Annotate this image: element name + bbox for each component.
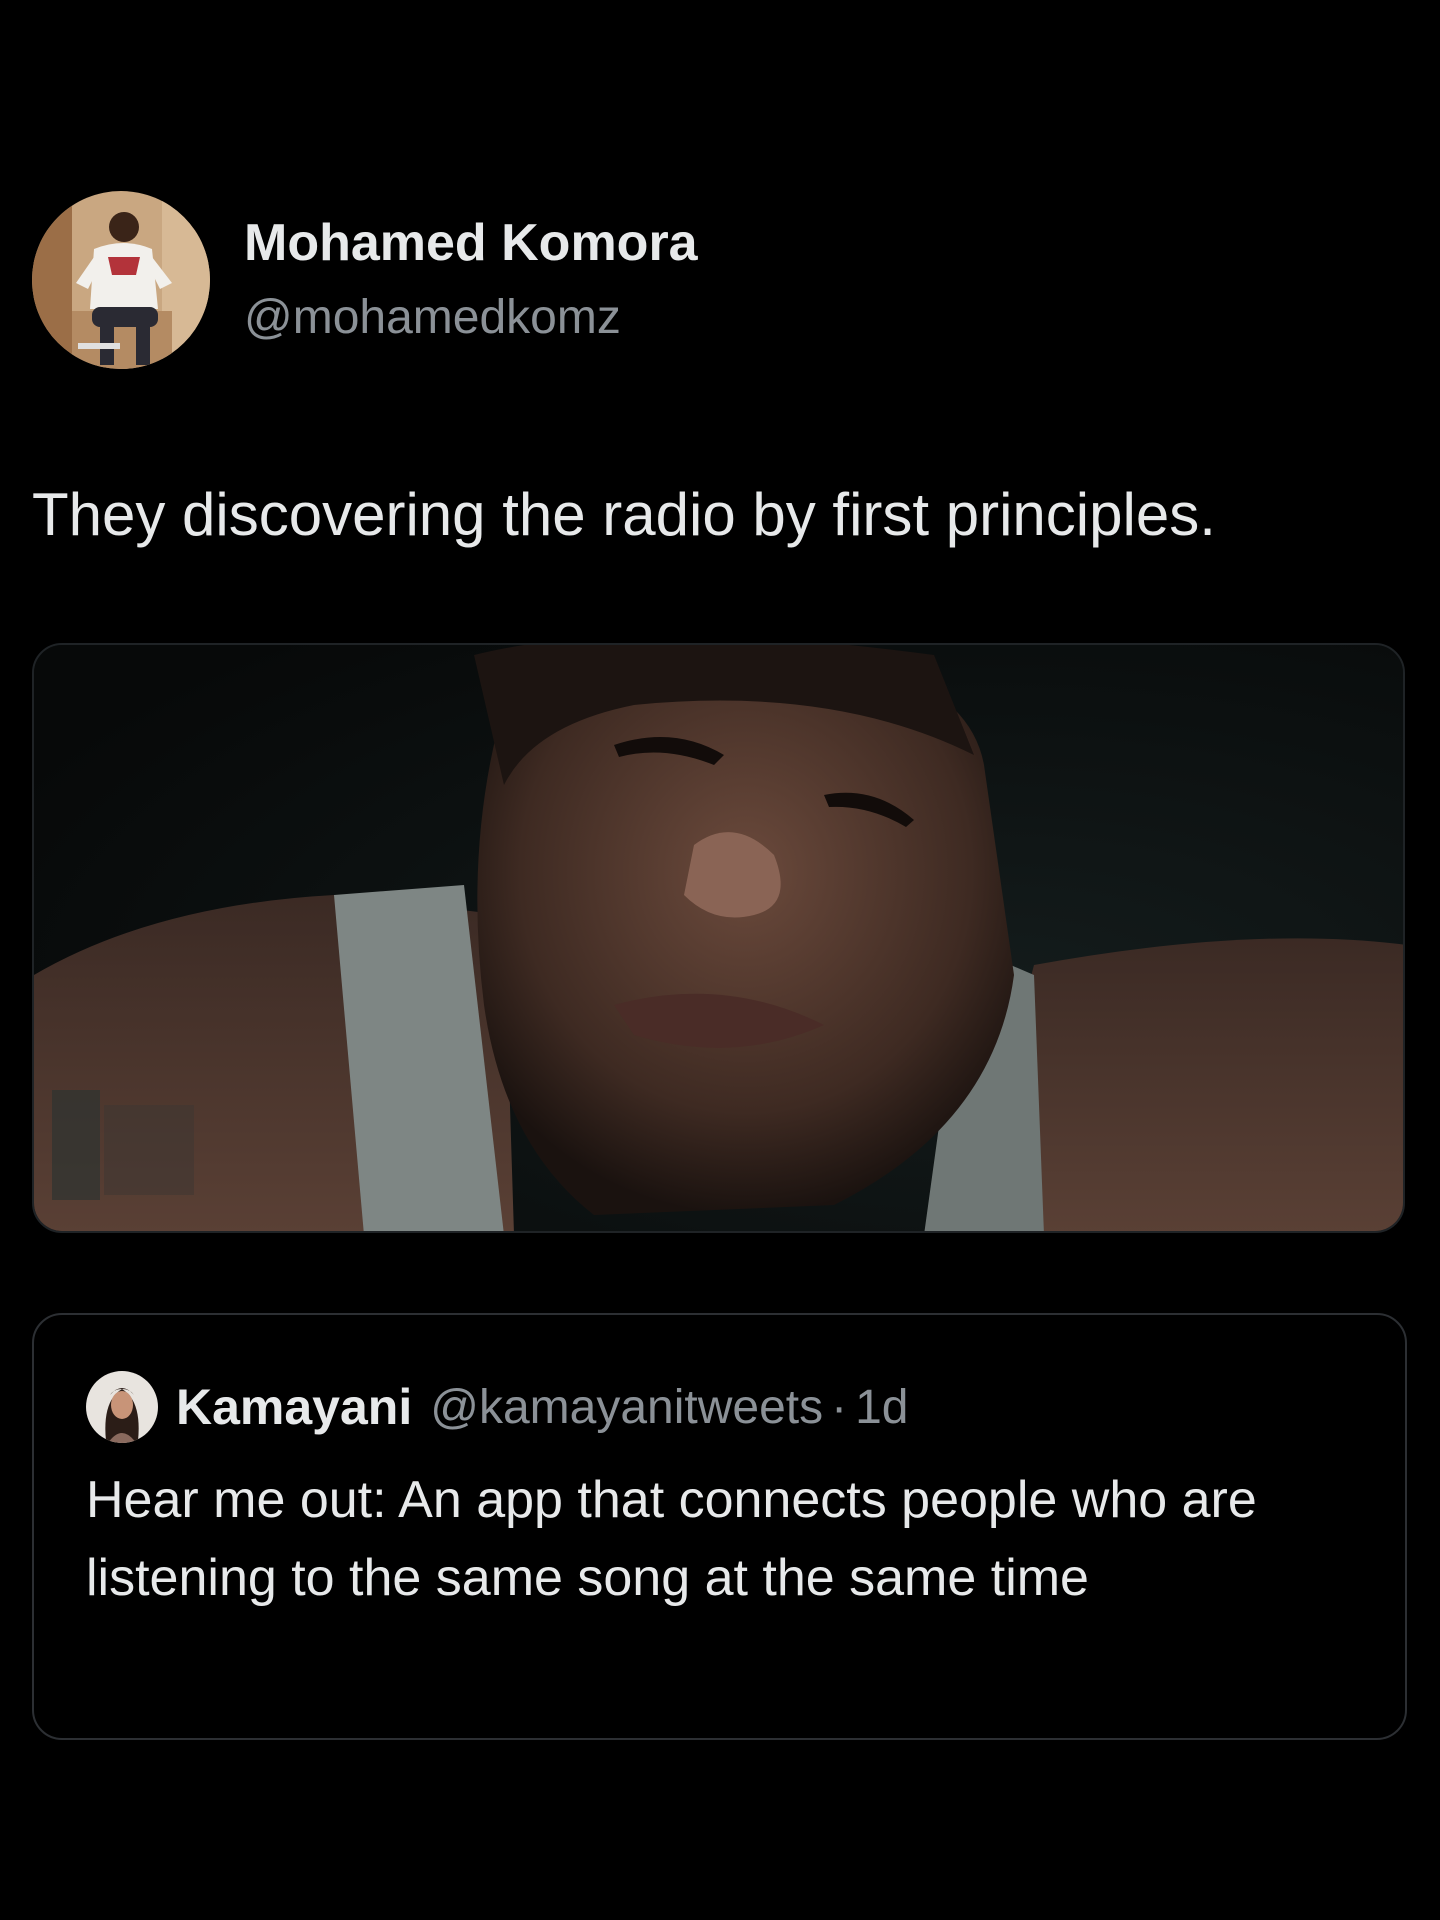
quoted-timestamp[interactable]: 1d xyxy=(855,1380,908,1435)
quoted-tweet-header: Kamayani @kamayanitweets · 1d xyxy=(86,1371,909,1443)
profile-photo-icon xyxy=(32,191,210,369)
tweet: Mohamed Komora @mohamedkomz They discove… xyxy=(0,0,1440,1920)
quoted-author-avatar[interactable] xyxy=(86,1371,158,1443)
quoted-meta-separator: · xyxy=(831,1380,848,1434)
tweet-author: Mohamed Komora @mohamedkomz xyxy=(32,190,698,370)
tweet-text: They discovering the radio by first prin… xyxy=(32,481,1216,548)
profile-photo-icon xyxy=(86,1371,158,1443)
quoted-tweet[interactable]: Kamayani @kamayanitweets · 1d Hear me ou… xyxy=(32,1313,1407,1740)
author-avatar[interactable] xyxy=(32,191,210,369)
author-handle[interactable]: @mohamedkomz xyxy=(244,288,698,348)
quoted-tweet-text: Hear me out: An app that connects people… xyxy=(86,1471,1257,1607)
author-display-name[interactable]: Mohamed Komora xyxy=(244,212,698,274)
tweet-media[interactable] xyxy=(32,643,1405,1233)
media-image-icon xyxy=(34,645,1403,1231)
quoted-author-handle[interactable]: @kamayanitweets xyxy=(430,1380,823,1435)
quoted-author-display-name[interactable]: Kamayani xyxy=(176,1378,412,1436)
